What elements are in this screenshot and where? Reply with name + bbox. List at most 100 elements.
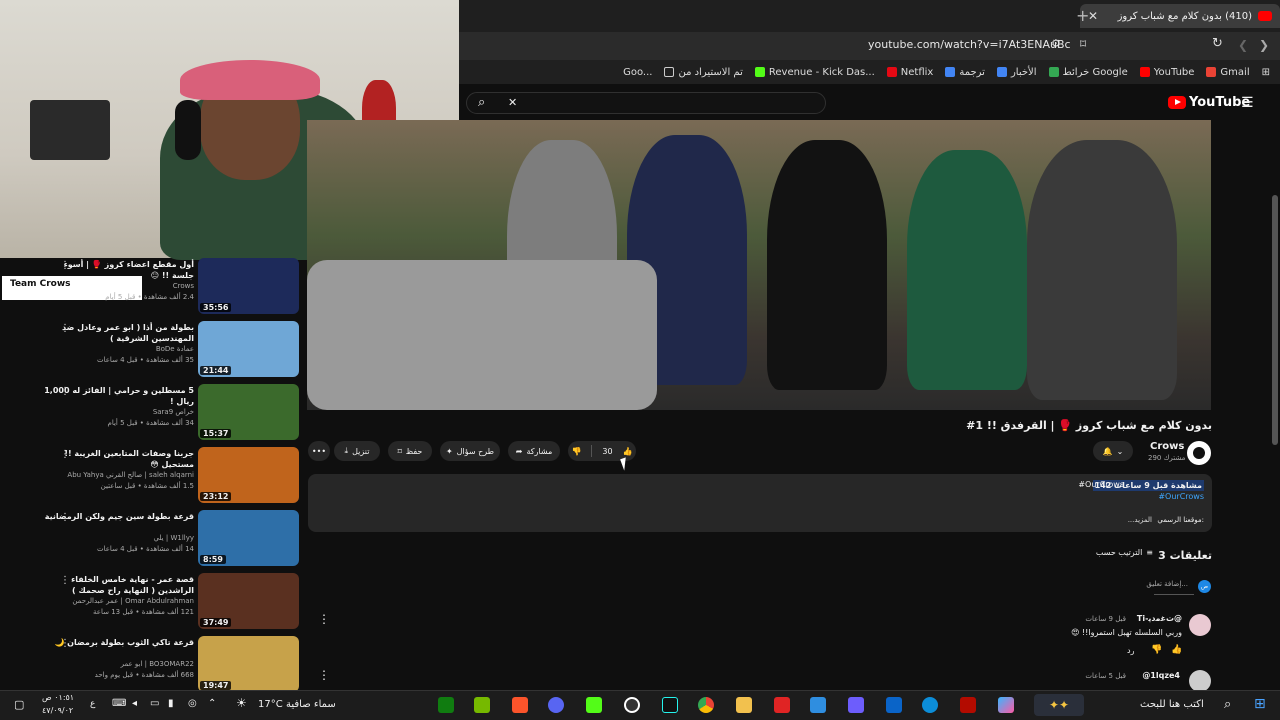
add-comment-input[interactable]: إضافة تعليق... <box>1146 580 1188 588</box>
related-thumbnail[interactable]: 23:12 <box>198 447 299 503</box>
language-indicator[interactable]: ع <box>90 699 95 709</box>
comment-kebab-icon[interactable]: ⋮ <box>318 668 330 682</box>
commenter-avatar[interactable] <box>1189 614 1211 636</box>
related-thumbnail[interactable]: 8:59 <box>198 510 299 566</box>
dislike-icon[interactable]: 👎 <box>571 447 581 456</box>
kick-icon[interactable] <box>586 697 602 713</box>
related-channel[interactable]: BO3OMAR22 | ابو عمر <box>121 660 194 668</box>
ask-button[interactable]: ✦ طرح سؤال <box>440 441 500 461</box>
download-button[interactable]: ⤓ تنزيل <box>334 441 380 461</box>
bookmark-kick[interactable]: Revenue - Kick Das... <box>754 67 875 78</box>
temperature[interactable]: 17°C <box>258 699 283 710</box>
page-scrollbar[interactable] <box>1272 195 1278 445</box>
taskbar-search-icon[interactable]: ⌕ <box>1224 697 1231 712</box>
brave-icon[interactable] <box>512 697 528 713</box>
bookmark-translate[interactable]: ترجمة <box>945 67 985 78</box>
search-input[interactable] <box>466 92 826 114</box>
more-options-icon[interactable]: ⋮ <box>60 323 70 334</box>
related-thumbnail[interactable]: 19:47 <box>198 636 299 692</box>
search-icon[interactable]: ⌕ <box>478 95 485 110</box>
more-options-icon[interactable]: ⋮ <box>60 638 70 649</box>
channel-avatar[interactable] <box>1187 441 1211 465</box>
bookmark-gmail[interactable]: Gmail <box>1206 67 1250 78</box>
save-button[interactable]: ⌑ حفظ <box>388 441 432 461</box>
bookmark-netflix[interactable]: Netflix <box>886 67 933 78</box>
start-icon[interactable]: ⊞ <box>1254 696 1266 712</box>
copilot-app-icon[interactable] <box>998 697 1014 713</box>
volume-icon[interactable]: ◂ <box>132 698 137 709</box>
mic-icon[interactable]: ▮ <box>168 698 174 709</box>
xbox-icon[interactable] <box>438 697 454 713</box>
notifications-icon[interactable]: ▢ <box>14 698 24 711</box>
tab-youtube[interactable]: (410) بدون كلام مع شباب كروز ✕ <box>1080 4 1280 28</box>
share-button[interactable]: ➦ مشاركة <box>508 441 560 461</box>
nvidia-icon[interactable] <box>474 697 490 713</box>
related-channel[interactable]: Crows <box>173 282 194 290</box>
hashtag-link[interactable]: #OurCrows <box>1158 492 1204 501</box>
outlook-icon[interactable] <box>886 697 902 713</box>
discord-icon[interactable] <box>548 697 564 713</box>
related-thumbnail[interactable]: 37:49 <box>198 573 299 629</box>
bookmark-youtube[interactable]: YouTube <box>1139 67 1194 78</box>
media-player-icon[interactable] <box>774 697 790 713</box>
hashtag[interactable]: #OurCrows <box>1078 480 1124 489</box>
more-options-icon[interactable]: ⋮ <box>60 512 70 523</box>
more-options-icon[interactable]: ⋮ <box>60 386 70 397</box>
notification-bell-button[interactable]: 🔔 ⌄ <box>1093 441 1133 461</box>
sort-button[interactable]: ≡ الترتيب حسب <box>1096 548 1153 557</box>
comment-kebab-icon[interactable]: ⋮ <box>318 612 330 626</box>
taskbar-search-input[interactable]: اكتب هنا للبحث <box>1140 699 1204 710</box>
file-explorer-icon[interactable] <box>736 697 752 713</box>
close-tab-icon[interactable]: ✕ <box>1088 9 1098 23</box>
related-channel[interactable]: W1llyy | يلي <box>154 534 194 542</box>
bookmark-maps[interactable]: خرائط Google <box>1048 67 1128 78</box>
related-channel[interactable]: خراص Sara9 <box>153 408 194 416</box>
tray-chevron-icon[interactable]: ⌃ <box>208 698 216 709</box>
copilot-icon[interactable]: ✦✦ <box>1034 694 1084 716</box>
comment-author[interactable]: @1lqze4 <box>1142 671 1180 680</box>
tiktok-icon[interactable] <box>662 697 678 713</box>
camera-icon[interactable]: ▭ <box>150 698 159 709</box>
obs-icon[interactable] <box>624 697 640 713</box>
related-channel[interactable]: Omar Abdulrahman | عمر عبدالرحمن <box>72 597 194 605</box>
keyboard-icon[interactable]: ⌨ <box>112 698 126 709</box>
menu-icon[interactable]: ☰ <box>1241 95 1254 111</box>
url-field[interactable]: youtube.com/watch?v=i7At3ENAuBc <box>868 38 1071 51</box>
bookmark-google[interactable]: Goo... <box>623 67 652 78</box>
commenter-avatar[interactable] <box>1189 670 1211 692</box>
reply-button[interactable]: رد <box>1127 646 1134 655</box>
back-icon[interactable]: ❯ <box>1259 38 1269 52</box>
reload-icon[interactable]: ↻ <box>1212 36 1223 51</box>
more-actions-button[interactable]: ••• <box>308 441 330 461</box>
related-thumbnail[interactable]: 15:37 <box>198 384 299 440</box>
more-options-icon[interactable]: ⋮ <box>60 449 70 460</box>
channel-name[interactable]: Crows <box>1150 441 1184 452</box>
clear-search-icon[interactable]: ✕ <box>508 96 517 109</box>
bookmark-folder[interactable]: تم الاستيراد من <box>664 67 743 78</box>
show-more-link[interactable]: ...المزيد <box>1128 516 1152 524</box>
new-tab-button[interactable]: + <box>1076 6 1089 25</box>
apps-icon[interactable]: ⊞ <box>1262 67 1270 78</box>
bookmark-icon[interactable]: ⌑ <box>1080 37 1086 51</box>
related-channel[interactable]: عمادة BoDe <box>156 345 194 353</box>
bookmark-news[interactable]: الأخبار <box>996 67 1037 78</box>
acrobat-icon[interactable] <box>960 697 976 713</box>
comment-dislike-icon[interactable]: 👎 <box>1151 645 1162 655</box>
edge-icon[interactable] <box>922 697 938 713</box>
like-count[interactable]: 30 <box>602 447 612 456</box>
weather-text[interactable]: سماء صافية <box>286 699 336 710</box>
chrome-icon[interactable] <box>698 697 714 713</box>
video-player[interactable] <box>307 120 1211 410</box>
network-icon[interactable]: ◎ <box>188 698 197 709</box>
clock-date[interactable]: ٤٧/٠٩/٠٢ <box>42 706 73 715</box>
comment-like-icon[interactable]: 👍 <box>1171 645 1182 655</box>
more-options-icon[interactable]: ⋮ <box>60 575 70 586</box>
related-thumbnail[interactable]: 35:56 <box>198 258 299 314</box>
comment-author[interactable]: @ﺕﻏﻣﺩﻳ-Ti <box>1137 614 1182 623</box>
more-options-icon[interactable]: ⋮ <box>60 260 70 271</box>
related-thumbnail[interactable]: 21:44 <box>198 321 299 377</box>
related-channel[interactable]: saleh alqarni | صالح القرني Abu Yahya <box>67 471 194 479</box>
clock-time[interactable]: ٠١:٥١ ص <box>42 693 74 702</box>
gamepad-icon[interactable] <box>848 697 864 713</box>
app-icon[interactable] <box>810 697 826 713</box>
